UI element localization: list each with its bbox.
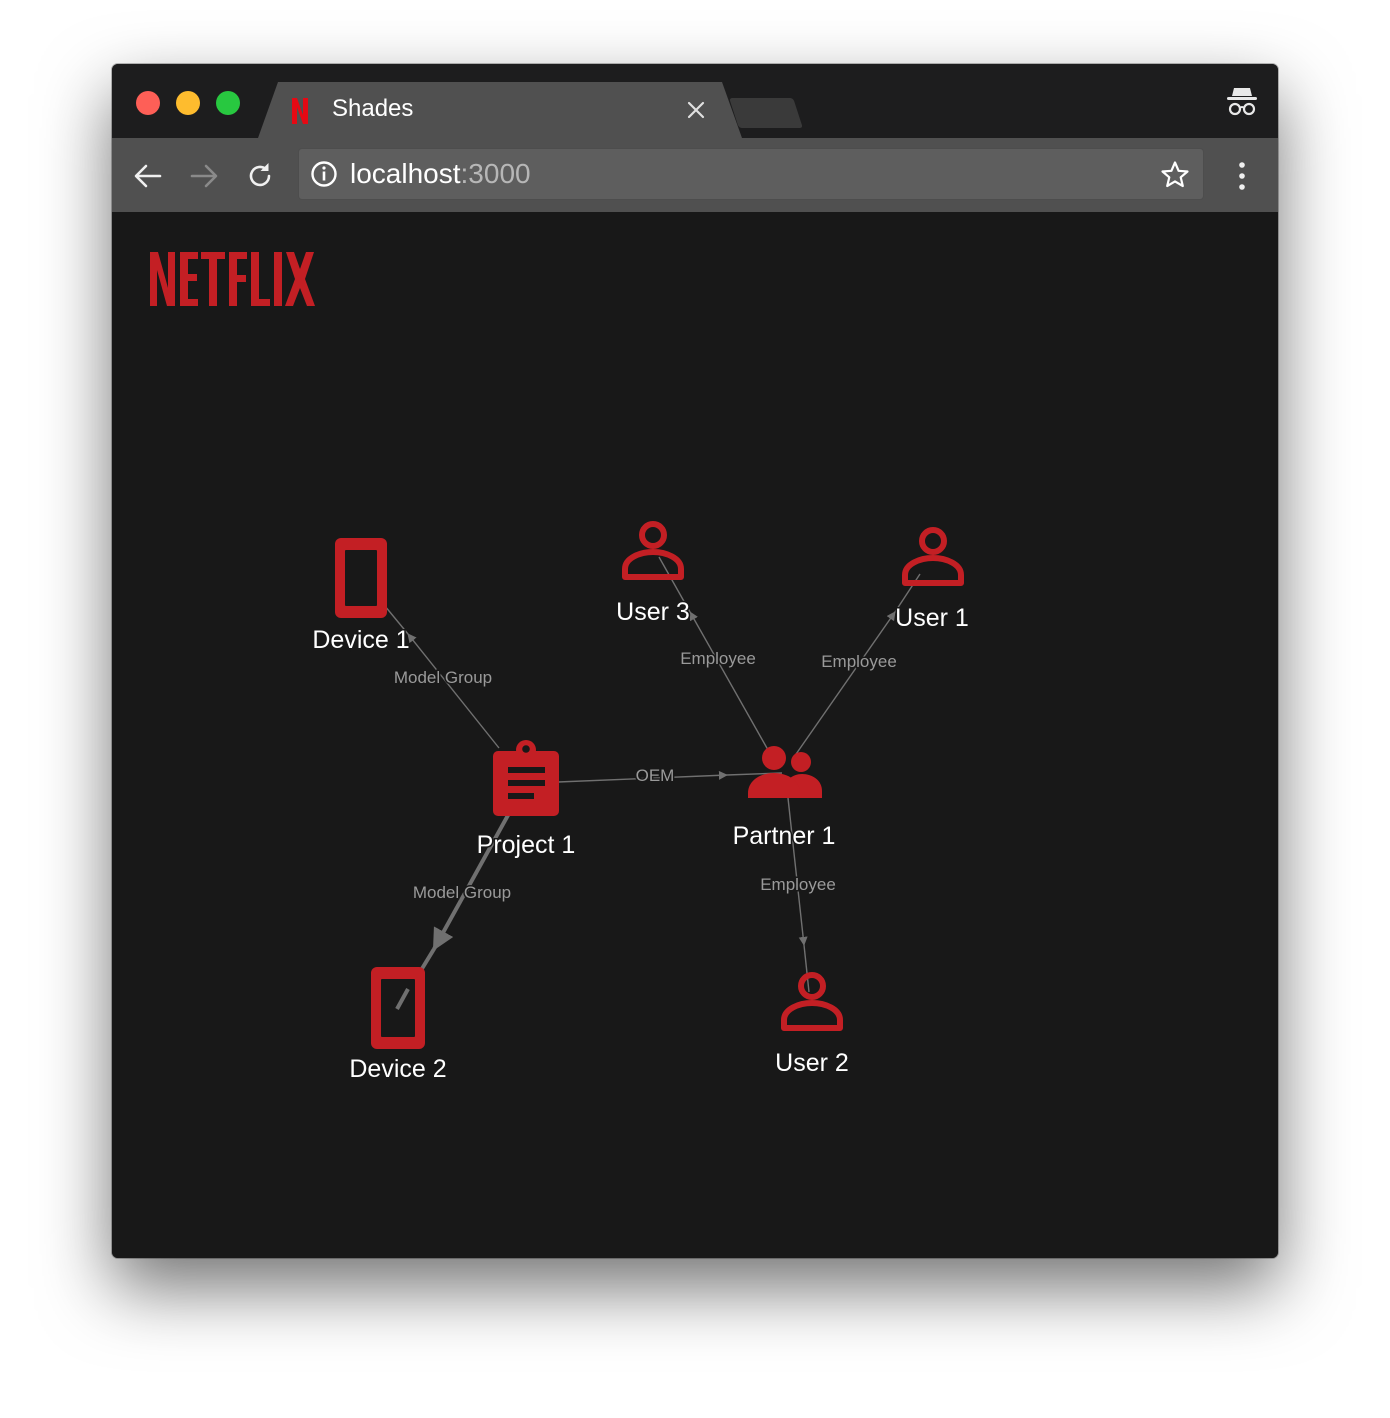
edge-label-employee-user2: Employee (760, 875, 836, 894)
node-label-partner1: Partner 1 (733, 822, 836, 850)
tab-title: Shades (332, 95, 414, 122)
tablet-icon (335, 538, 387, 618)
netflix-n-icon (292, 98, 308, 129)
person-icon (781, 972, 843, 1031)
node-project1[interactable]: Project 1 (475, 740, 577, 861)
node-user2[interactable]: User 2 (774, 972, 850, 1079)
node-user3[interactable]: User 3 (615, 521, 691, 628)
forward-arrow-icon[interactable] (188, 160, 220, 192)
node-label-device1: Device 1 (312, 626, 409, 654)
tablet-icon (371, 967, 425, 1049)
reload-icon[interactable] (244, 160, 276, 192)
back-arrow-icon[interactable] (132, 160, 164, 192)
new-tab-button[interactable] (729, 98, 803, 128)
node-label-device2: Device 2 (349, 1055, 446, 1083)
more-menu-icon[interactable] (1232, 160, 1252, 197)
node-label-user2: User 2 (775, 1049, 849, 1077)
edge-label-model-group-2: Model Group (413, 883, 511, 902)
edge-label-oem: OEM (636, 766, 675, 785)
node-device1[interactable]: Device 1 (311, 538, 411, 656)
incognito-icon (1224, 84, 1260, 125)
node-label-user1: User 1 (895, 604, 969, 632)
edge-label-model-group-1: Model Group (394, 668, 492, 687)
browser-toolbar: localhost:3000 (112, 138, 1278, 212)
tab-strip: Shades (112, 64, 1278, 138)
edge-label-employee-user3: Employee (680, 649, 756, 668)
node-label-project1: Project 1 (477, 831, 576, 859)
person-icon (622, 521, 684, 580)
url-text: localhost:3000 (350, 158, 531, 190)
person-icon (902, 527, 964, 586)
clipboard-icon (493, 740, 559, 816)
page-content: Model Group Model Group OEM Employee Emp… (112, 212, 1278, 1258)
group-icon (748, 746, 822, 798)
bookmark-star-icon[interactable] (1160, 160, 1190, 195)
edge-label-employee-user1: Employee (821, 652, 897, 671)
url-host: localhost (350, 158, 461, 189)
close-tab-icon[interactable] (684, 98, 708, 122)
node-user1[interactable]: User 1 (894, 527, 970, 634)
graph-canvas[interactable]: Model Group Model Group OEM Employee Emp… (112, 212, 1278, 1258)
node-device2[interactable]: Device 2 (348, 967, 448, 1085)
url-port: :3000 (460, 158, 531, 189)
tab-shades[interactable]: Shades (258, 82, 742, 138)
address-bar[interactable]: localhost:3000 (298, 148, 1204, 200)
node-partner1[interactable]: Partner 1 (731, 746, 837, 852)
site-info-icon[interactable] (310, 160, 338, 193)
close-window-button[interactable] (136, 91, 160, 115)
node-label-user3: User 3 (616, 598, 690, 626)
minimize-window-button[interactable] (176, 91, 200, 115)
browser-window: Shades localhost:3000 Model Group Model … (112, 64, 1278, 1258)
maximize-window-button[interactable] (216, 91, 240, 115)
